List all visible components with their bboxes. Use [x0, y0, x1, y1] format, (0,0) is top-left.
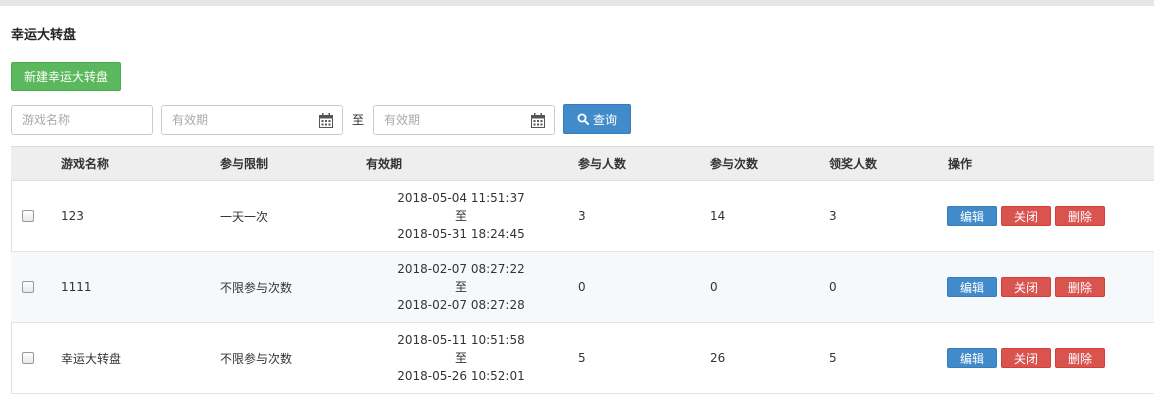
cell-winners: 3	[829, 209, 837, 223]
table-row: 幸运大转盘 不限参与次数 2018-05-11 10:51:58 至 2018-…	[11, 323, 1154, 394]
header-winners: 领奖人数	[829, 157, 878, 171]
new-lucky-wheel-button[interactable]: 新建幸运大转盘	[11, 62, 121, 91]
cell-validity: 2018-02-07 08:27:22 至 2018-02-07 08:27:2…	[391, 252, 531, 322]
row-actions: 编辑 关闭 删除	[947, 277, 1105, 297]
games-table: 游戏名称 参与限制 有效期 参与人数 参与次数 领奖人数 操作 123 一天一次…	[11, 146, 1154, 394]
header-participants: 参与人数	[578, 157, 627, 171]
row-checkbox[interactable]	[22, 352, 34, 364]
header-limit: 参与限制	[220, 157, 269, 171]
cell-limit: 不限参与次数	[220, 280, 293, 295]
validity-start: 2018-05-04 11:51:37	[397, 191, 525, 205]
validity-separator: 至	[454, 209, 467, 223]
row-checkbox[interactable]	[22, 281, 34, 293]
edit-button[interactable]: 编辑	[947, 277, 997, 297]
calendar-icon[interactable]	[319, 113, 333, 128]
game-name-input[interactable]	[11, 105, 153, 135]
validity-end: 2018-02-07 08:27:28	[397, 298, 525, 312]
close-button[interactable]: 关闭	[1001, 277, 1051, 297]
validity-start: 2018-02-07 08:27:22	[397, 262, 525, 276]
date-range-separator: 至	[352, 113, 365, 127]
row-checkbox[interactable]	[22, 210, 34, 222]
cell-participants: 3	[578, 209, 586, 223]
table-row: 1111 不限参与次数 2018-02-07 08:27:22 至 2018-0…	[11, 252, 1154, 323]
validity-end: 2018-05-31 18:24:45	[397, 227, 525, 241]
row-actions: 编辑 关闭 删除	[947, 348, 1105, 368]
cell-limit: 不限参与次数	[220, 351, 293, 366]
validity-separator: 至	[454, 351, 467, 365]
close-button[interactable]: 关闭	[1001, 206, 1051, 226]
delete-button[interactable]: 删除	[1055, 277, 1105, 297]
cell-validity: 2018-05-04 11:51:37 至 2018-05-31 18:24:4…	[391, 181, 531, 251]
cell-game-name: 1111	[61, 280, 92, 294]
end-date-input[interactable]	[373, 105, 555, 135]
header-times: 参与次数	[710, 157, 759, 171]
cell-participants: 0	[578, 280, 586, 294]
calendar-icon[interactable]	[531, 113, 545, 128]
start-date-input[interactable]	[161, 105, 343, 135]
cell-times: 26	[710, 351, 726, 365]
search-icon	[577, 113, 589, 125]
close-button[interactable]: 关闭	[1001, 348, 1051, 368]
search-button[interactable]: 查询	[563, 104, 631, 134]
validity-end: 2018-05-26 10:52:01	[397, 369, 525, 383]
header-actions: 操作	[948, 157, 973, 171]
cell-validity: 2018-05-11 10:51:58 至 2018-05-26 10:52:0…	[391, 323, 531, 393]
cell-times: 0	[710, 280, 718, 294]
delete-button[interactable]: 删除	[1055, 206, 1105, 226]
cell-winners: 0	[829, 280, 837, 294]
header-game-name: 游戏名称	[61, 157, 110, 171]
table-header: 游戏名称 参与限制 有效期 参与人数 参与次数 领奖人数 操作	[11, 146, 1154, 181]
delete-button[interactable]: 删除	[1055, 348, 1105, 368]
top-bar	[0, 0, 1154, 6]
validity-separator: 至	[454, 280, 467, 294]
edit-button[interactable]: 编辑	[947, 348, 997, 368]
cell-game-name: 123	[61, 209, 84, 223]
edit-button[interactable]: 编辑	[947, 206, 997, 226]
cell-limit: 一天一次	[220, 209, 269, 224]
search-button-label: 查询	[592, 112, 617, 127]
cell-participants: 5	[578, 351, 586, 365]
page-title: 幸运大转盘	[11, 28, 77, 43]
cell-game-name: 幸运大转盘	[61, 351, 122, 366]
header-validity: 有效期	[366, 157, 403, 171]
validity-start: 2018-05-11 10:51:58	[397, 333, 525, 347]
cell-winners: 5	[829, 351, 837, 365]
cell-times: 14	[710, 209, 726, 223]
table-row: 123 一天一次 2018-05-04 11:51:37 至 2018-05-3…	[11, 181, 1154, 252]
row-actions: 编辑 关闭 删除	[947, 206, 1105, 226]
